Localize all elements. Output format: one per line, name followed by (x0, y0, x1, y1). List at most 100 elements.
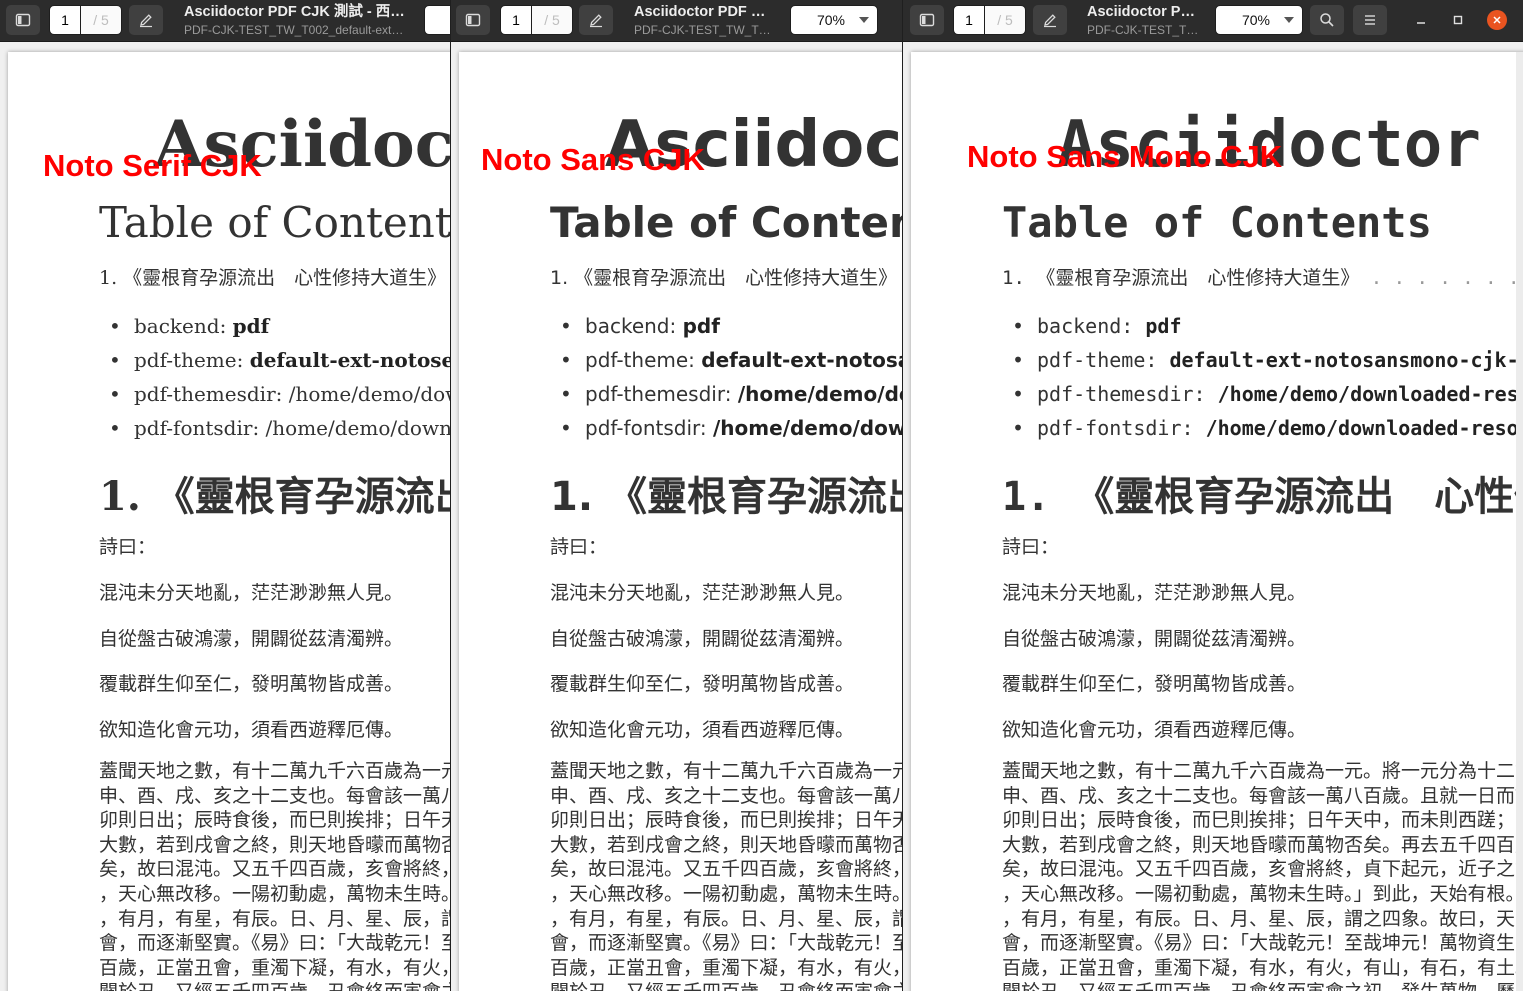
body-line: ，有月，有星，有辰。日、月、星、辰，謂之四象。故曰，天開於子。又經五千四百歲，子… (1002, 907, 1523, 930)
zoom-dropdown[interactable]: 70% (1215, 5, 1303, 35)
pdf-page: Asciidoctor PDF CJK Noto Sans Mono CJK T… (911, 52, 1523, 991)
attr-key: pdf-themesdir: (134, 382, 289, 406)
window-title: Asciidoctor PDF CJK (1087, 4, 1199, 20)
zoom-dropdown[interactable]: 70% (790, 5, 878, 35)
body-line: ，有月，有星，有辰。日、月、星、辰，謂之四象。故曰，天開於子。又經五千四百歲，子… (99, 907, 450, 930)
attr-key: pdf-theme: (585, 348, 702, 372)
document-title: Asciidoctor PDF CJK PDF-CJK-TEST_TW_T002… (1087, 3, 1199, 38)
sidebar-toggle-button[interactable] (6, 5, 40, 35)
poem-line: 混沌未分天地亂，茫茫渺渺無人見。 (99, 582, 404, 604)
window-subtitle: PDF-CJK-TEST_TW_T002.pdf (1087, 23, 1199, 37)
header-bar: 1 / 5 Asciidoctor PDF CJK 測試 - 西遊記 PDF-C… (0, 0, 450, 42)
poem-intro: 詩曰： (550, 536, 608, 558)
list-item: • pdf-theme: default-ext-notoserif-cjk-tc (99, 343, 450, 377)
attr-key: pdf-themesdir: (1037, 382, 1218, 406)
body-line: 大數，若到戌會之終，則天地昏曚而萬物否矣。再去五千四百歲，交亥會之初，則當黑暗，… (99, 833, 450, 856)
list-item: • pdf-themesdir: /home/demo/downloaded-re… (550, 377, 903, 411)
body-paragraph: 蓋聞天地之數，有十二萬九千六百歲為一元。將一元分為十二會，乃子、丑、寅、卯、辰、… (1002, 759, 1523, 991)
attr-key: pdf-theme: (134, 348, 250, 372)
list-item: • backend: pdf (99, 309, 450, 343)
poem-intro: 詩曰： (1002, 536, 1060, 558)
scroll-gutter[interactable] (1516, 52, 1523, 991)
page-current-input[interactable]: 1 (500, 5, 532, 35)
body-line: 會，而逐漸堅實。《易》曰：「大哉乾元！至哉坤元！萬物資生，乃順承天。」至此，地始… (99, 932, 450, 955)
window-subtitle: PDF-CJK-TEST_TW_T002_default-ext-notosan… (634, 23, 774, 37)
poem-intro: 詩曰： (99, 536, 157, 558)
page-selector: 1 / 5 (953, 5, 1026, 35)
toc-entry[interactable]: 1. 《靈根育孕源流出 心性修持大道生》 . . . . . . . . . . (1002, 263, 1523, 290)
bullet: • (560, 348, 572, 372)
body-paragraph: 蓋聞天地之數，有十二萬九千六百歲為一元。將一元分為十二會，乃子、丑、寅、卯、辰、… (99, 759, 450, 991)
attr-value: /home/demo/downloaded-resources/fonts (265, 416, 450, 440)
poem-line: 欲知造化會元功，須看西遊釋厄傳。 (1002, 719, 1307, 741)
body-line: 會，而逐漸堅實。《易》曰：「大哉乾元！至哉坤元！萬物資生，乃順承天。」至此，地始… (1002, 932, 1523, 955)
sidebar-toggle-button[interactable] (456, 5, 490, 35)
zoom-value: 70% (816, 12, 845, 28)
attr-value: /home/demo/downloaded-resources/themes (1217, 382, 1523, 406)
viewer-window-mono: 1 / 5 Asciidoctor PDF CJK PDF-CJK-TEST_T… (902, 0, 1523, 991)
annotate-button[interactable] (129, 5, 163, 35)
annotate-button[interactable] (579, 5, 613, 35)
poem-line: 欲知造化會元功，須看西遊釋厄傳。 (99, 719, 404, 741)
body-line: 大數，若到戌會之終，則天地昏曚而萬物否矣。再去五千四百歲，交亥會之初，則當黑暗，… (1002, 833, 1523, 856)
window-title: Asciidoctor PDF CJK 測試 (634, 4, 774, 20)
zoom-dropdown[interactable] (424, 5, 450, 35)
page-total: / 5 (81, 5, 122, 35)
toc-entry[interactable]: 1. 《靈根育孕源流出 心性修持大道生》 . . . . . . . . . . (550, 263, 903, 290)
search-icon (1320, 13, 1334, 27)
body-line: 卯則日出；辰時食後，而巳則挨排；日午天中，而未則西蹉；申時晡，而日落酉；戌黃昏，… (1002, 809, 1523, 832)
page-total: / 5 (532, 5, 573, 35)
body-line: 闢於丑。又經五千四百歲，丑會終而寅會之初，發生萬物。曆曰：「天氣下降，地氣上升；… (99, 980, 450, 991)
list-item: • pdf-theme: default-ext-notosansmono-cjk… (1002, 343, 1523, 377)
page-total: / 5 (985, 5, 1026, 35)
zoom-value: 70% (1241, 12, 1270, 28)
close-icon (1493, 16, 1501, 24)
page-current-input[interactable]: 1 (953, 5, 985, 35)
poem-line: 覆載群生仰至仁，發明萬物皆成善。 (99, 673, 404, 695)
list-item: • pdf-fontsdir: /home/demo/downloaded-res… (99, 411, 450, 445)
toc-leader: . . . . . . . . . . (1370, 267, 1523, 289)
search-button[interactable] (1310, 5, 1344, 35)
viewer-window-serif: 1 / 5 Asciidoctor PDF CJK 測試 - 西遊記 PDF-C… (0, 0, 450, 991)
bullet: • (109, 416, 121, 440)
bullet: • (560, 416, 572, 440)
body-line: 大數，若到戌會之終，則天地昏曚而萬物否矣。再去五千四百歲，交亥會之初，則當黑暗，… (550, 833, 903, 856)
pdf-page: Asciidoctor PDF CJK Noto Sans CJK Table … (459, 52, 903, 991)
body-line: 申、酉、戌、亥之十二支也。每會該一萬八百歲。且就一日而論：子時得陽氣，而丑則雞鳴… (1002, 784, 1523, 807)
bullet: • (109, 348, 121, 372)
body-line: 百歲，正當丑會，重濁下凝，有水，有火，有山，有石，有土。水、火、山、石、土，謂之… (1002, 956, 1523, 979)
body-line: ，天心無改移。一陽初動處，萬物未生時。」到此，天始有根。再五千四百歲，正當子會，… (99, 882, 450, 905)
bullet: • (109, 382, 121, 406)
sidebar-toggle-icon (15, 13, 31, 27)
bullet: • (1012, 416, 1025, 440)
font-label: Noto Sans CJK (481, 142, 705, 177)
toc-entry[interactable]: 1. 《靈根育孕源流出 心性修持大道生》 . . . . . . . . . . (99, 263, 450, 290)
pen-icon (590, 14, 602, 28)
toc-title: Table of Contents (550, 198, 903, 247)
sidebar-toggle-button[interactable] (910, 5, 944, 35)
body-line: 矣，故曰混沌。又五千四百歲，亥會將終，貞下起元，近子之會，而復逐漸開明。邵康節曰… (550, 858, 903, 881)
font-label: Noto Sans Mono CJK (967, 139, 1283, 174)
bullet: • (109, 314, 121, 338)
toc-entry-text: 1. 《靈根育孕源流出 心性修持大道生》 (1002, 267, 1360, 289)
page-selector: 1 / 5 (49, 5, 122, 35)
maximize-button[interactable] (1448, 10, 1468, 30)
attr-value: default-ext-notoserif-cjk-tc (249, 348, 450, 372)
close-button[interactable] (1487, 10, 1507, 30)
attr-key: backend: (134, 314, 233, 338)
chevron-down-icon (1276, 17, 1302, 23)
list-item: • pdf-themesdir: /home/demo/downloaded-re… (99, 377, 450, 411)
chapter-heading: 1. 《靈根育孕源流出 心性修持大道生》 (550, 474, 903, 520)
list-item: • backend: pdf (1002, 309, 1523, 343)
body-line: 蓋聞天地之數，有十二萬九千六百歲為一元。將一元分為十二會，乃子、丑、寅、卯、辰、… (550, 760, 903, 782)
pen-icon (1044, 14, 1056, 28)
body-line: 卯則日出；辰時食後，而巳則挨排；日午天中，而未則西蹉；申時晡，而日落酉；戌黃昏，… (99, 809, 450, 832)
page-current-input[interactable]: 1 (49, 5, 81, 35)
annotate-button[interactable] (1033, 5, 1067, 35)
attr-key: pdf-fontsdir: (585, 416, 713, 440)
body-paragraph: 蓋聞天地之數，有十二萬九千六百歲為一元。將一元分為十二會，乃子、丑、寅、卯、辰、… (550, 759, 903, 991)
menu-button[interactable] (1353, 5, 1387, 35)
poem-line: 自從盤古破鴻濛，開闢從茲清濁辨。 (550, 628, 855, 650)
minimize-button[interactable] (1411, 10, 1431, 30)
window-subtitle: PDF-CJK-TEST_TW_T002_default-ext-notoser… (184, 23, 406, 37)
